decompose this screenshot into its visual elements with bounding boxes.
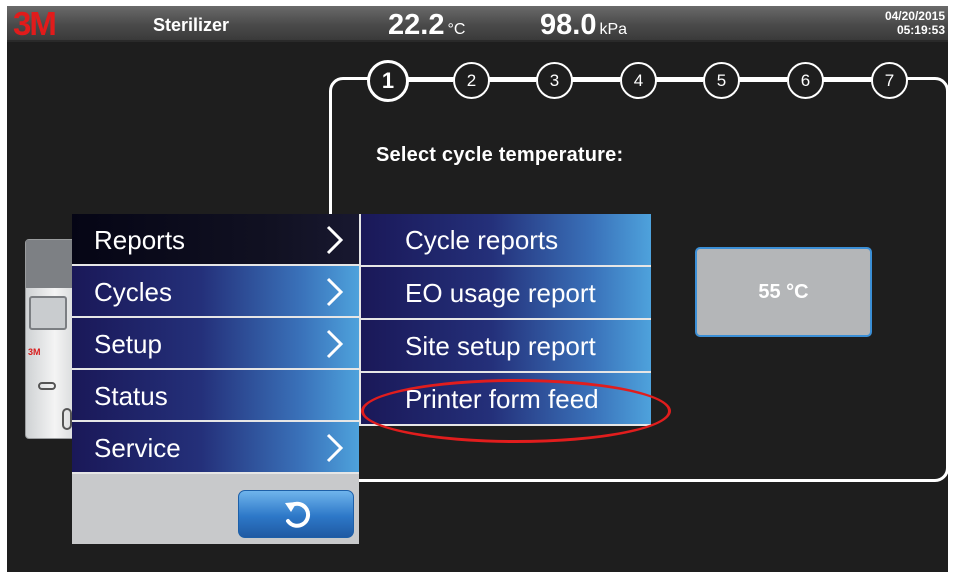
menu-item-status[interactable]: Status [72, 370, 359, 422]
step-6: 6 [787, 62, 824, 99]
chevron-right-icon [326, 329, 344, 359]
step-indicator: 1 2 3 4 5 6 7 [367, 60, 913, 102]
touchscreen: 3M Sterilizer 22.2 °C 98.0 kPa 04/20/2015 … [7, 6, 948, 572]
step-connector [407, 79, 453, 82]
menu-item-label: Cycles [94, 277, 173, 307]
menu-item-cycles[interactable]: Cycles [72, 266, 359, 318]
step-7: 7 [871, 62, 908, 99]
sterilizer-device-image: 3M [25, 239, 75, 439]
chevron-right-icon [326, 277, 344, 307]
step-3: 3 [536, 62, 573, 99]
temperature-readout: 22.2 °C [388, 9, 465, 42]
pressure-readout: 98.0 kPa [540, 9, 627, 42]
menu-item-label: Reports [94, 225, 186, 255]
step-connector [572, 79, 620, 82]
step-2: 2 [453, 62, 490, 99]
main-menu: Reports Cycles Setup Status Service [72, 214, 359, 544]
pressure-value: 98.0 [540, 9, 597, 41]
temperature-unit: °C [447, 21, 466, 38]
menu-item-label: Setup [94, 329, 162, 359]
wizard-prompt: Select cycle temperature: [376, 144, 624, 166]
step-connector [739, 79, 787, 82]
menu-item-reports[interactable]: Reports [72, 214, 359, 266]
submenu-item-cycle-reports[interactable]: Cycle reports [359, 214, 651, 267]
chevron-right-icon [326, 433, 344, 463]
pressure-unit: kPa [599, 21, 628, 38]
device-handle [62, 408, 72, 430]
step-connector [823, 79, 871, 82]
temperature-option-button[interactable]: 55 °C [695, 247, 872, 337]
undo-arrow-icon [285, 501, 310, 528]
submenu-item-site-setup-report[interactable]: Site setup report [359, 320, 651, 373]
date-time: 04/20/2015 05:19:53 [885, 9, 945, 37]
menu-item-label: Status [94, 381, 168, 411]
time: 05:19:53 [896, 23, 945, 37]
highlight-annotation [361, 379, 671, 443]
chevron-right-icon [326, 225, 344, 255]
device-logo: 3M [28, 347, 41, 357]
menu-item-service[interactable]: Service [72, 422, 359, 474]
date: 04/20/2015 [884, 9, 945, 23]
temperature-value: 22.2 [388, 9, 445, 41]
step-connector [489, 79, 536, 82]
step-connector [656, 79, 703, 82]
device-screen [29, 296, 67, 330]
menu-item-setup[interactable]: Setup [72, 318, 359, 370]
submenu-item-eo-usage-report[interactable]: EO usage report [359, 267, 651, 320]
brand-logo: 3M [13, 6, 57, 42]
back-button[interactable] [238, 490, 354, 538]
app-title: Sterilizer [153, 15, 230, 35]
step-5: 5 [703, 62, 740, 99]
header-bar: 3M Sterilizer 22.2 °C 98.0 kPa 04/20/2015 … [7, 6, 948, 42]
step-1: 1 [367, 60, 409, 102]
step-4: 4 [620, 62, 657, 99]
device-slot [38, 382, 56, 390]
menu-item-label: Service [94, 433, 181, 463]
device-top-panel [26, 240, 74, 288]
